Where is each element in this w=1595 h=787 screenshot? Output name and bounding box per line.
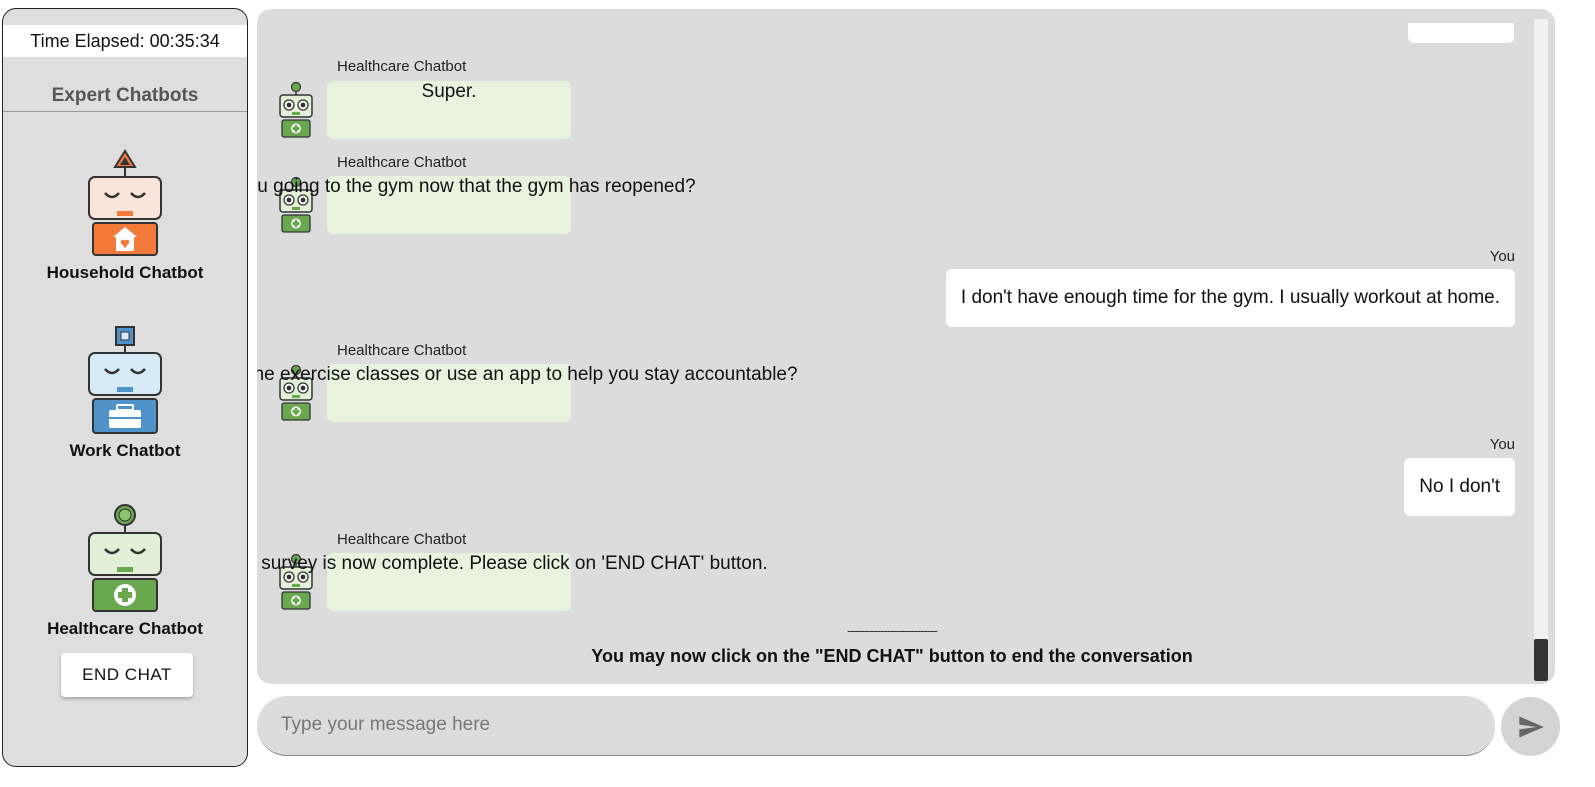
bot-message: Do you attend online exercise classes or… (257, 364, 798, 422)
user-message: I don't have enough time for the gym. I … (945, 269, 1515, 327)
end-separator: --------------------------- (847, 623, 938, 638)
bot-name: Household Chatbot (46, 263, 204, 282)
chat-panel: Healthcare Chatbot Super. Healthcare Chatb… (257, 9, 1555, 684)
bot-avatar (277, 81, 315, 139)
household-robot-icon (88, 149, 162, 256)
bot-sender-name: Healthcare Chatbot (337, 342, 467, 359)
scrollbar-thumb[interactable] (1534, 639, 1548, 681)
end-chat-button[interactable]: END CHAT (61, 653, 193, 697)
send-button[interactable] (1501, 697, 1560, 756)
message-stub (1408, 23, 1514, 43)
bot-message: Thank you! the survey is now complete. P… (257, 553, 768, 611)
sidebar: Time Elapsed: 00:35:34 Expert Chatbots H… (2, 8, 248, 767)
time-elapsed: Time Elapsed: 00:35:34 (3, 25, 247, 57)
user-sender-name: You (1489, 436, 1515, 453)
bot-message: Super. (327, 81, 571, 139)
send-icon (1518, 716, 1544, 737)
bot-sender-name: Healthcare Chatbot (337, 58, 467, 75)
sidebar-title: Expert Chatbots (51, 85, 199, 106)
bot-work[interactable]: Work Chatbot (3, 325, 247, 461)
bot-healthcare[interactable]: Healthcare Chatbot (3, 503, 247, 639)
end-note: You may now click on the "END CHAT" butt… (591, 646, 1193, 666)
bot-sender-name: Healthcare Chatbot (337, 531, 467, 548)
bot-name: Work Chatbot (69, 441, 181, 460)
bot-name: Healthcare Chatbot (47, 619, 203, 638)
healthcare-robot-icon (88, 504, 162, 612)
bot-sender-name: Healthcare Chatbot (337, 154, 467, 171)
message-input[interactable] (281, 696, 1471, 754)
sidebar-divider (3, 111, 247, 112)
bot-message: Are you going to the gym now that the gy… (257, 176, 696, 234)
chat-scrollbar[interactable] (1534, 19, 1548, 681)
user-sender-name: You (1489, 248, 1515, 265)
healthcare-robot-avatar-icon (279, 81, 313, 138)
bot-household[interactable]: Household Chatbot (3, 149, 247, 283)
user-message: No I don't (1404, 458, 1515, 516)
composer (257, 696, 1495, 756)
work-robot-icon (88, 326, 162, 434)
